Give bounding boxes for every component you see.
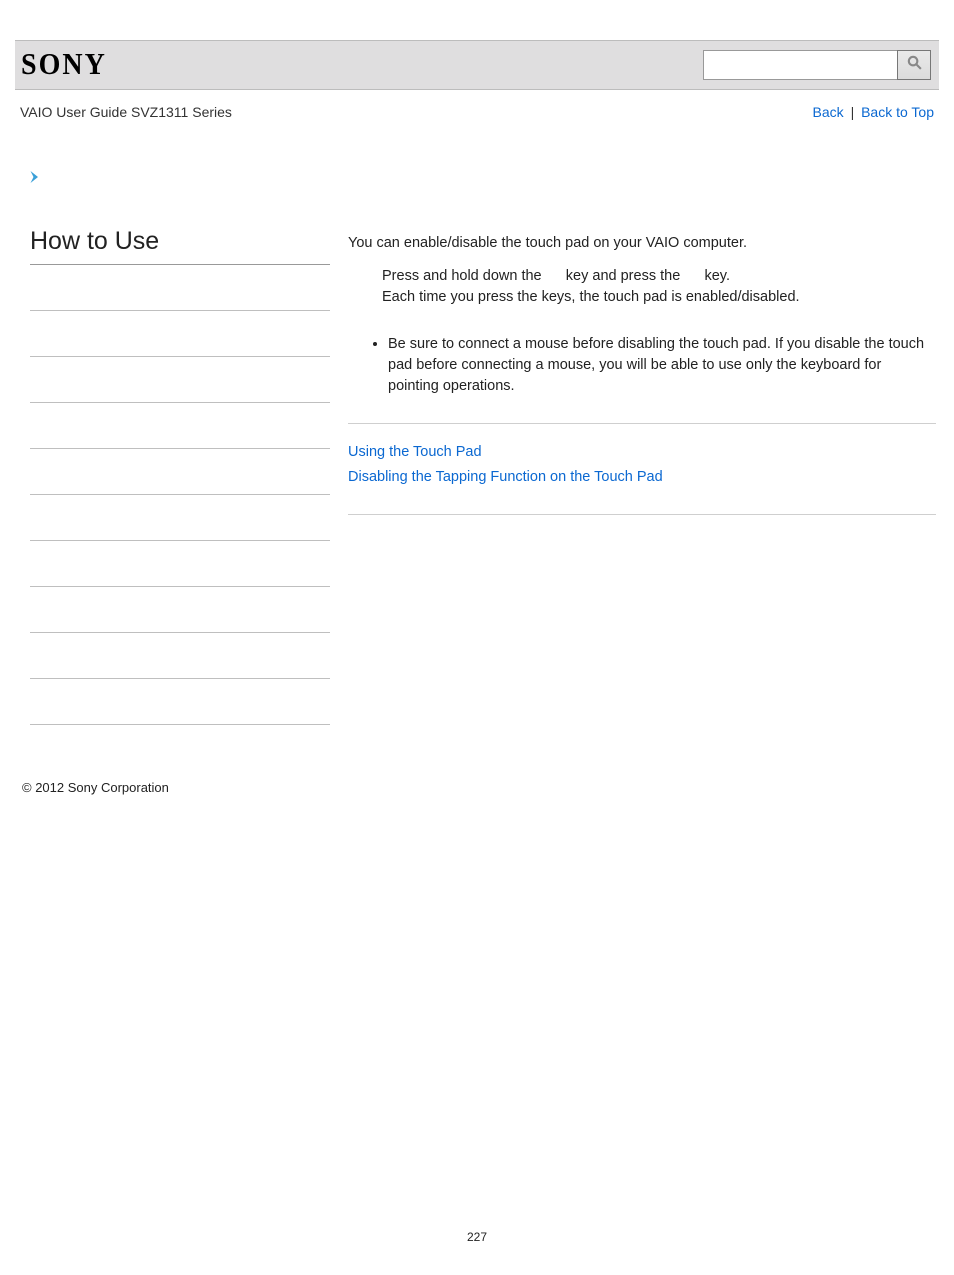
sidebar-item[interactable]: [30, 371, 330, 403]
breadcrumb: VAIO User Guide SVZ1311 Series: [20, 104, 232, 120]
sidebar-title: How to Use: [30, 227, 330, 265]
note-list: Be sure to connect a mouse before disabl…: [348, 334, 936, 397]
sidebar-item[interactable]: [30, 601, 330, 633]
sidebar-item[interactable]: [30, 463, 330, 495]
back-to-top-link[interactable]: Back to Top: [861, 104, 934, 120]
body: How to Use You can enable/disable the to…: [0, 227, 954, 725]
sony-logo: SONY: [21, 47, 107, 82]
key-gap-2: [684, 268, 700, 284]
step-block: Press and hold down the key and press th…: [382, 266, 936, 308]
search-area: [703, 50, 931, 80]
sidebar-item[interactable]: [30, 325, 330, 357]
search-button[interactable]: [897, 50, 931, 80]
note-bullet: Be sure to connect a mouse before disabl…: [388, 334, 936, 397]
header-bar: SONY: [15, 40, 939, 90]
chevron-right-icon: [26, 173, 44, 190]
intro-text: You can enable/disable the touch pad on …: [348, 233, 936, 254]
key-gap-1: [546, 268, 562, 284]
sidebar: How to Use: [0, 227, 314, 725]
sidebar-item[interactable]: [30, 509, 330, 541]
sidebar-item[interactable]: [30, 693, 330, 725]
step-line-1b: key and press the: [566, 268, 685, 284]
sidebar-item[interactable]: [30, 555, 330, 587]
sidebar-item[interactable]: [30, 279, 330, 311]
page-number: 227: [0, 1230, 954, 1244]
chevron-row: [26, 168, 954, 191]
nav-separator: |: [848, 104, 858, 120]
related-link-touch-pad[interactable]: Using the Touch Pad: [348, 442, 936, 463]
step-line-1a: Press and hold down the: [382, 268, 546, 284]
divider: [348, 514, 936, 515]
step-line-2: Each time you press the keys, the touch …: [382, 287, 936, 308]
main-content: You can enable/disable the touch pad on …: [314, 227, 954, 725]
subheader: VAIO User Guide SVZ1311 Series Back | Ba…: [20, 104, 934, 120]
divider: [348, 423, 936, 424]
sidebar-item[interactable]: [30, 417, 330, 449]
nav-links: Back | Back to Top: [813, 104, 934, 120]
sidebar-item[interactable]: [30, 647, 330, 679]
search-input[interactable]: [703, 50, 898, 80]
search-icon: [906, 54, 923, 76]
back-link[interactable]: Back: [813, 104, 844, 120]
related-link-tapping[interactable]: Disabling the Tapping Function on the To…: [348, 467, 936, 488]
step-line-1: Press and hold down the key and press th…: [382, 266, 936, 287]
copyright: © 2012 Sony Corporation: [22, 780, 169, 795]
step-line-1c: key.: [704, 268, 730, 284]
related-links: Using the Touch Pad Disabling the Tappin…: [348, 442, 936, 488]
